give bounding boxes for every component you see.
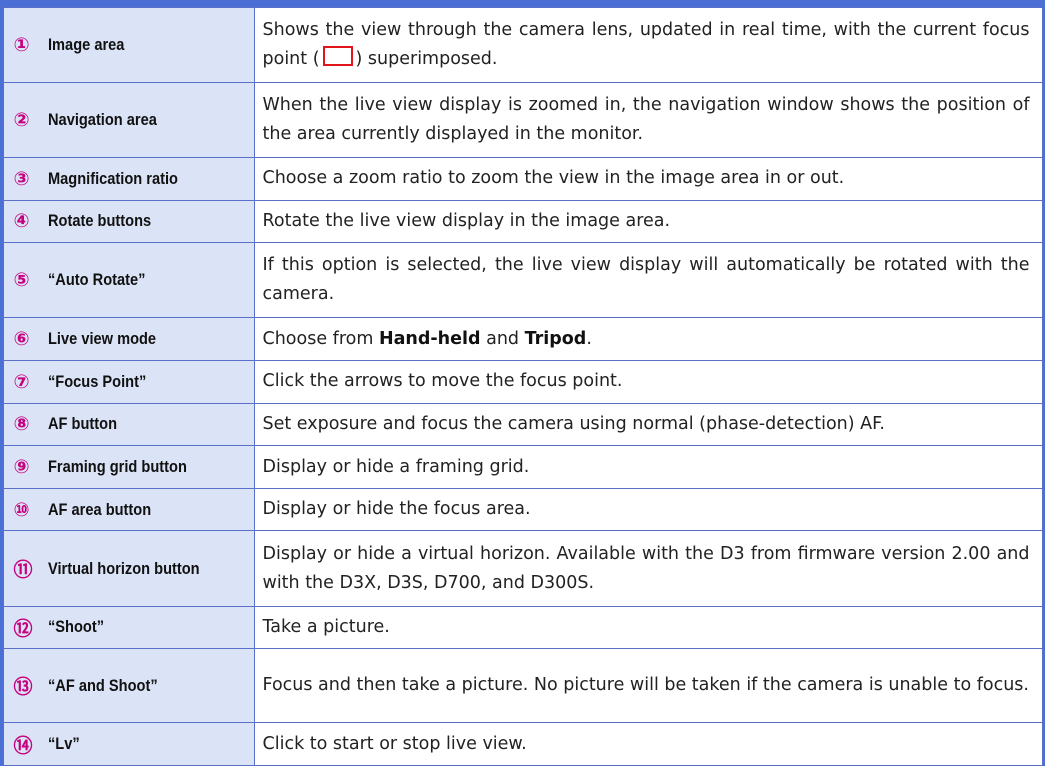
row-number: ③ <box>13 167 30 190</box>
item-description: When the live view display is zoomed in,… <box>262 94 1030 144</box>
table-row: ⑬ “AF and Shoot” Focus and then take a pi… <box>0 648 1045 724</box>
row-number: ⑨ <box>13 456 30 479</box>
table-row: ⑪ Virtual horizon button Display or hide … <box>0 530 1045 607</box>
row-number: ⑪ <box>13 559 33 582</box>
table-row: ⑥ Live view mode Choose from Hand-held an… <box>0 317 1045 362</box>
item-label: Rotate buttons <box>47 211 151 231</box>
item-description: Click to start or stop live view. <box>262 733 527 754</box>
item-description: Shows the view through the camera lens, … <box>262 19 1030 69</box>
table-row: ④ Rotate buttons Rotate the live view dis… <box>0 199 1045 244</box>
item-label: Live view mode <box>47 329 156 349</box>
item-description: Set exposure and focus the camera using … <box>262 413 885 434</box>
table-row: ① Image area Shows the view through the c… <box>0 6 1045 83</box>
item-description: If this option is selected, the live vie… <box>262 255 1030 305</box>
table-row: ⑫ “Shoot” Take a picture. <box>0 605 1045 650</box>
item-label: AF area button <box>47 499 151 519</box>
item-description: Choose from Hand-held and Tripod. <box>262 328 592 349</box>
row-number: ④ <box>13 210 30 233</box>
table-row: ⑩ AF area button Display or hide the focu… <box>0 487 1045 532</box>
row-number: ① <box>13 33 30 56</box>
item-label: “Shoot” <box>47 617 104 637</box>
row-number: ⑫ <box>13 617 33 640</box>
table-row: ⑨ Framing grid button Display or hide a f… <box>0 445 1045 489</box>
row-number: ⑩ <box>13 498 30 521</box>
focus-point-box-icon <box>322 45 353 66</box>
item-label: Image area <box>47 34 124 54</box>
item-label: Navigation area <box>47 109 157 129</box>
item-label: AF button <box>47 414 117 434</box>
item-label: “Focus Point” <box>47 371 146 391</box>
item-description: Rotate the live view display in the imag… <box>262 210 671 231</box>
row-number: ⑦ <box>13 370 30 393</box>
item-description: Display or hide a framing grid. <box>262 456 530 477</box>
item-description: Click the arrows to move the focus point… <box>262 371 623 392</box>
item-description: Focus and then take a picture. No pictur… <box>262 675 1029 696</box>
item-label: “Auto Rotate” <box>47 270 145 290</box>
item-description: Display or hide the focus area. <box>262 499 531 520</box>
table-row: ⑧ AF button Set exposure and focus the ca… <box>0 402 1045 447</box>
row-number: ⑧ <box>13 413 30 436</box>
row-number: ⑤ <box>13 269 30 292</box>
item-label: “AF and Shoot” <box>47 675 158 695</box>
table-row: ⑤ “Auto Rotate” If this option is selecte… <box>0 242 1045 319</box>
row-number: ⑥ <box>13 328 30 351</box>
row-number: ⑭ <box>13 734 33 757</box>
item-label: Virtual horizon button <box>47 558 200 578</box>
top-rule <box>0 0 1045 8</box>
item-label: Framing grid button <box>47 457 187 477</box>
item-description: Display or hide a virtual horizon. Avail… <box>262 543 1030 593</box>
table-row: ② Navigation area When the live view disp… <box>0 81 1045 159</box>
item-description: Take a picture. <box>262 616 390 637</box>
table-row: ⑦ “Focus Point” Click the arrows to move … <box>0 360 1045 404</box>
item-label: “Lv” <box>47 734 80 754</box>
item-description: Choose a zoom ratio to zoom the view in … <box>262 168 845 189</box>
table-row: ③ Magnification ratio Choose a zoom ratio… <box>0 157 1045 201</box>
row-number: ⑬ <box>13 676 33 699</box>
row-number: ② <box>13 108 30 131</box>
table-row: ⑭ “Lv” Click to start or stop live view. <box>0 722 1045 766</box>
reference-table: ① Image area Shows the view through the c… <box>0 0 1045 766</box>
item-label: Magnification ratio <box>47 168 178 188</box>
